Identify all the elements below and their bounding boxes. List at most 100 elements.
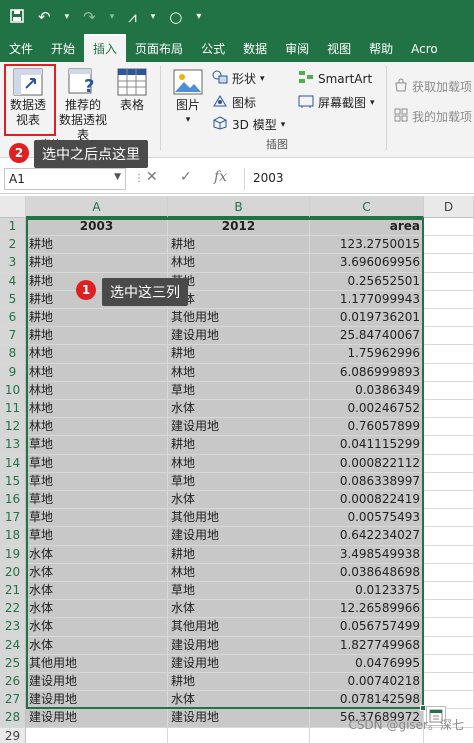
row-header[interactable]: 23 — [0, 618, 26, 637]
cell-a[interactable]: 林地 — [26, 418, 168, 437]
cell-a[interactable]: 草地 — [26, 436, 168, 455]
save-icon[interactable] — [10, 8, 24, 26]
cell-b[interactable]: 水体 — [168, 400, 310, 419]
cell-d[interactable] — [424, 618, 474, 637]
cell-b[interactable]: 耕地 — [168, 345, 310, 364]
cell-b[interactable]: 2012 — [168, 218, 310, 237]
cell-b[interactable]: 林地 — [168, 454, 310, 473]
row-header[interactable]: 24 — [0, 636, 26, 655]
row-header[interactable]: 14 — [0, 454, 26, 473]
row-header[interactable]: 1 — [0, 218, 26, 237]
cell-b[interactable]: 建设用地 — [168, 654, 310, 673]
row-header[interactable]: 25 — [0, 654, 26, 673]
cell-b[interactable]: 建设用地 — [168, 327, 310, 346]
cell-c[interactable]: 0.0476995 — [310, 654, 424, 673]
cell-b[interactable]: 其他用地 — [168, 618, 310, 637]
tab-file[interactable]: 文件 — [0, 36, 42, 62]
cell-a[interactable]: 草地 — [26, 527, 168, 546]
tab-data[interactable]: 数据 — [234, 36, 276, 62]
name-box[interactable]: A1 ▼ — [4, 168, 126, 190]
column-header-a[interactable]: A — [26, 196, 168, 218]
cell-b[interactable]: 水体 — [168, 491, 310, 510]
cell-d[interactable] — [424, 454, 474, 473]
cell-b[interactable]: 耕地 — [168, 673, 310, 692]
cell-a[interactable]: 水体 — [26, 582, 168, 601]
insert-function-icon[interactable]: fx — [214, 169, 227, 185]
chevron-down-icon[interactable]: ▾ — [65, 12, 70, 22]
row-header[interactable]: 19 — [0, 545, 26, 564]
cell-c[interactable]: 0.76057899 — [310, 418, 424, 437]
cell-b[interactable]: 水体 — [168, 290, 310, 309]
tab-view[interactable]: 视图 — [318, 36, 360, 62]
tab-insert[interactable]: 插入 — [84, 34, 127, 62]
row-header[interactable]: 26 — [0, 673, 26, 692]
cell-b[interactable]: 林地 — [168, 254, 310, 273]
cell-d[interactable] — [424, 509, 474, 528]
row-header[interactable]: 27 — [0, 691, 26, 710]
cell-d[interactable] — [424, 582, 474, 601]
cell-b[interactable]: 耕地 — [168, 236, 310, 255]
cell-c[interactable]: 0.000822112 — [310, 454, 424, 473]
cell-a[interactable]: 草地 — [26, 472, 168, 491]
cell-c[interactable]: 0.000822419 — [310, 491, 424, 510]
cell-c[interactable]: 3.498549938 — [310, 545, 424, 564]
cell-d[interactable] — [424, 673, 474, 692]
picture-button[interactable]: 图片 ▾ — [170, 68, 206, 128]
row-header[interactable]: 21 — [0, 582, 26, 601]
cell-c[interactable]: 1.75962996 — [310, 345, 424, 364]
cell-a[interactable]: 水体 — [26, 636, 168, 655]
cell-a[interactable]: 草地 — [26, 454, 168, 473]
tab-review[interactable]: 审阅 — [276, 36, 318, 62]
worksheet-grid[interactable]: A B C D 1 2003 2012 area 2 耕地 耕地 123.2750015 3 耕地… — [0, 196, 474, 743]
my-addins-button[interactable]: 我的加载项 — [394, 108, 472, 125]
cell-b[interactable] — [168, 727, 310, 743]
column-header-b[interactable]: B — [168, 196, 310, 218]
column-header-d[interactable]: D — [424, 196, 474, 218]
get-addins-button[interactable]: 获取加载项 — [394, 78, 472, 95]
cell-a[interactable]: 耕地 — [26, 309, 168, 328]
cell-a[interactable]: 2003 — [26, 218, 168, 237]
cell-b[interactable]: 建设用地 — [168, 636, 310, 655]
recommended-pivot-button[interactable]: ? 推荐的 数据透视表 — [54, 68, 112, 143]
cell-b[interactable]: 建设用地 — [168, 418, 310, 437]
cell-b[interactable]: 林地 — [168, 363, 310, 382]
cell-b[interactable]: 林地 — [168, 563, 310, 582]
enter-icon[interactable]: ✓ — [180, 169, 192, 185]
cell-b[interactable]: 草地 — [168, 381, 310, 400]
row-header[interactable]: 5 — [0, 290, 26, 309]
cell-c[interactable]: 12.26589966 — [310, 600, 424, 619]
row-header[interactable]: 11 — [0, 400, 26, 419]
row-header[interactable]: 20 — [0, 563, 26, 582]
cell-a[interactable]: 林地 — [26, 345, 168, 364]
tab-home[interactable]: 开始 — [42, 36, 84, 62]
cell-d[interactable] — [424, 400, 474, 419]
cell-a[interactable]: 建设用地 — [26, 673, 168, 692]
cell-d[interactable] — [424, 309, 474, 328]
cell-a[interactable]: 草地 — [26, 509, 168, 528]
row-header[interactable]: 28 — [0, 709, 26, 728]
cell-a[interactable]: 水体 — [26, 545, 168, 564]
cell-b[interactable]: 耕地 — [168, 436, 310, 455]
cell-d[interactable] — [424, 436, 474, 455]
3d-models-button[interactable]: 3D 模型 ▾ — [212, 116, 285, 133]
redo-icon[interactable]: ↷ — [83, 9, 96, 25]
cell-a[interactable]: 水体 — [26, 563, 168, 582]
row-header[interactable]: 18 — [0, 527, 26, 546]
cell-b[interactable]: 其他用地 — [168, 309, 310, 328]
cell-a[interactable]: 耕地 — [26, 327, 168, 346]
cancel-icon[interactable]: ✕ — [146, 169, 158, 185]
row-header[interactable]: 17 — [0, 509, 26, 528]
cell-a[interactable]: 林地 — [26, 363, 168, 382]
screenshot-button[interactable]: 屏幕截图 ▾ — [298, 94, 375, 111]
table-button[interactable]: 表格 — [114, 68, 150, 113]
row-header[interactable]: 6 — [0, 309, 26, 328]
row-header[interactable]: 22 — [0, 600, 26, 619]
tab-acrobat[interactable]: Acro — [402, 36, 447, 62]
cell-a[interactable]: 草地 — [26, 491, 168, 510]
cell-c[interactable]: 1.827749968 — [310, 636, 424, 655]
smartart-button[interactable]: SmartArt — [298, 70, 372, 87]
shapes-button[interactable]: 形状 ▾ — [212, 70, 265, 87]
cell-c[interactable]: 0.00246752 — [310, 400, 424, 419]
cell-d[interactable] — [424, 563, 474, 582]
cell-d[interactable] — [424, 272, 474, 291]
